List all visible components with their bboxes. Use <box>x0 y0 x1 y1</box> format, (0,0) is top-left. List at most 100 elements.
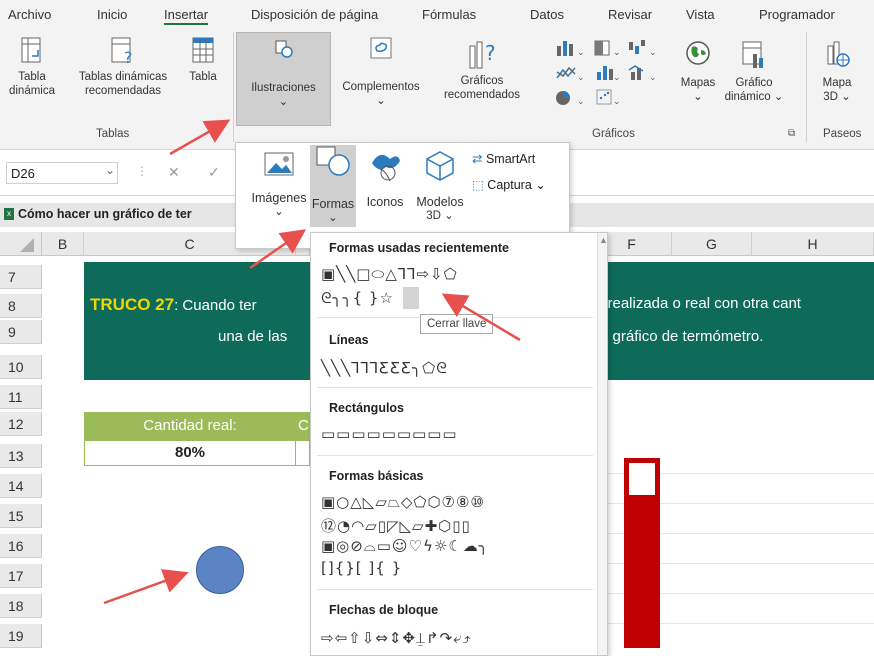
banner-highlight: TRUCO 27 <box>90 295 175 314</box>
select-all-corner[interactable] <box>0 232 42 256</box>
dialog-launcher-icon[interactable]: ⧉ <box>788 128 795 139</box>
tablas-dinamicas-label-2: recomendadas <box>84 85 162 97</box>
shapes-row-basicas-3[interactable]: ▣◎⊘⌓▭☺♡ϟ☼☾☁╮ <box>321 537 489 555</box>
drag-handle-icon[interactable]: ⋮ <box>136 164 148 178</box>
row-header-9[interactable]: 9 <box>0 320 42 344</box>
row-header-19[interactable]: 19 <box>0 624 42 648</box>
mapas-button[interactable]: Mapas ⌄ <box>676 38 720 104</box>
next-header-cell[interactable]: C <box>296 412 310 440</box>
svg-text:?: ? <box>485 41 496 65</box>
ilustraciones-button[interactable]: Ilustraciones ⌄ <box>236 32 331 126</box>
shapes-row-rectangulos[interactable]: ▭▭▭▭▭▭▭▭▭ <box>321 425 458 443</box>
menu-programador[interactable]: Programador <box>759 7 835 22</box>
menu-insertar[interactable]: Insertar <box>164 7 209 25</box>
column-header-h[interactable]: H <box>752 232 874 256</box>
chevron-down-icon[interactable]: ⌄ <box>105 163 115 177</box>
svg-text:⌄: ⌄ <box>613 72 621 82</box>
mapas-label: Mapas <box>680 77 716 89</box>
mapa-3d-label: Mapa <box>822 77 852 89</box>
cube-3d-icon <box>426 151 454 181</box>
row-header-14[interactable]: 14 <box>0 474 42 498</box>
name-box[interactable]: D26 ⌄ <box>6 162 118 184</box>
name-box-value: D26 <box>11 166 35 181</box>
combo-chart-icon[interactable] <box>628 65 644 80</box>
modelos-3d-button[interactable]: Modelos 3D ⌄ <box>410 149 470 223</box>
enter-icon[interactable]: ✓ <box>208 164 220 181</box>
imagenes-button[interactable]: Imágenes ⌄ <box>244 149 314 219</box>
column-chart-icon[interactable] <box>557 41 573 56</box>
formas-button[interactable]: Formas ⌄ <box>310 145 356 227</box>
row-header-16[interactable]: 16 <box>0 534 42 558</box>
iconos-button[interactable]: Iconos <box>360 149 410 209</box>
tablas-dinamicas-recomendadas-button[interactable]: ? Tablas dinámicas recomendadas <box>68 36 178 98</box>
mapa-3d-button[interactable]: Mapa 3D ⌄ <box>812 38 862 104</box>
banner-text-2: una de las <box>218 328 288 345</box>
column-header-g[interactable]: G <box>672 232 752 256</box>
cantidad-real-header[interactable]: Cantidad real: <box>84 412 296 440</box>
shapes-row-lineas[interactable]: ╲╲╲⅂⅂⅂ƸƸƸ╮⬠ᘓ <box>321 359 448 377</box>
shapes-scrollbar[interactable]: ▲ <box>597 233 607 655</box>
cantidad-real-value[interactable]: 80% <box>84 440 296 466</box>
pie-chart-icon[interactable] <box>556 91 570 105</box>
menu-formulas[interactable]: Fórmulas <box>422 7 476 22</box>
oval-shape[interactable] <box>196 546 244 594</box>
grafico-dinamico-label-2: dinámico <box>724 91 771 103</box>
banner-text-4: n gráfico de termómetro. <box>600 328 764 345</box>
shapes-row-basicas-4[interactable]: []{}[ ]{ } <box>321 559 402 577</box>
row-header-18[interactable]: 18 <box>0 594 42 618</box>
tabla-dinamica-button[interactable]: Tabla dinámica <box>2 36 62 98</box>
row-header-7[interactable]: 7 <box>0 265 42 289</box>
row-header-15[interactable]: 15 <box>0 504 42 528</box>
smartart-icon: ⇄ <box>472 152 483 166</box>
cancel-icon[interactable]: ✕ <box>168 164 180 181</box>
mapa-3d-label-2: 3D <box>823 91 838 103</box>
next-value-cell[interactable] <box>296 440 310 466</box>
menu-inicio[interactable]: Inicio <box>97 7 127 22</box>
smartart-button[interactable]: ⇄ SmartArt <box>472 151 535 166</box>
section-title-rectangulos: Rectángulos <box>329 401 405 415</box>
menu-datos[interactable]: Datos <box>530 7 564 22</box>
menu-vista[interactable]: Vista <box>686 7 715 22</box>
row-header-10[interactable]: 10 <box>0 355 42 379</box>
row-header-11[interactable]: 11 <box>0 385 42 409</box>
complementos-button[interactable]: Complementos ⌄ <box>336 36 426 108</box>
row-header-17[interactable]: 17 <box>0 564 42 588</box>
shapes-row-basicas-2[interactable]: ⑫◔◠▱▯◸◺▱✚⬡▯▯ <box>321 515 471 536</box>
waterfall-chart-icon[interactable] <box>629 40 645 54</box>
menu-archivo[interactable]: Archivo <box>8 7 51 22</box>
divider <box>317 455 593 456</box>
shapes-row-recent-2[interactable]: ᘓ╮╮{ }☆ <box>321 289 394 307</box>
graficos-recomendados-button[interactable]: ? Gráficos recomendados <box>442 38 522 102</box>
thermometer-bar[interactable] <box>624 458 660 648</box>
modelos-3d-label: Modelos <box>416 195 464 209</box>
captura-button[interactable]: ⬚ Captura ⌄ <box>472 177 546 192</box>
section-title-lineas: Líneas <box>329 333 369 347</box>
column-header-b[interactable]: B <box>42 232 84 256</box>
divider <box>317 589 593 590</box>
grafico-dinamico-label: Gráfico <box>735 77 773 89</box>
shapes-row-basicas-1[interactable]: ▣○△◺▱⏢◇⬠⬡⑦⑧⑩ <box>321 493 485 511</box>
scatter-chart-icon[interactable] <box>596 89 612 105</box>
menu-revisar[interactable]: Revisar <box>608 7 652 22</box>
ribbon-separator <box>233 32 234 142</box>
chevron-down-icon: ⌄ <box>693 91 703 103</box>
scroll-up-icon[interactable]: ▲ <box>598 235 607 245</box>
row-header-8[interactable]: 8 <box>0 294 42 318</box>
statistic-chart-icon[interactable] <box>597 66 613 80</box>
chevron-down-icon: ⌄ <box>444 210 454 222</box>
chevron-down-icon: ⌄ <box>328 212 338 224</box>
tabla-button[interactable]: Tabla <box>183 36 223 84</box>
banner-text-1: : Cuando ter <box>174 297 257 314</box>
grafico-dinamico-button[interactable]: Gráfico dinámico ⌄ <box>722 38 786 104</box>
row-header-12[interactable]: 12 <box>0 412 42 436</box>
menu-disposicion[interactable]: Disposición de página <box>251 7 378 22</box>
row-header-13[interactable]: 13 <box>0 444 42 468</box>
graficos-recomendados-label-2: recomendados <box>443 89 521 101</box>
shapes-row-recent-1[interactable]: ▣╲╲□⬭△⅂⅂⇨⇩⬠ <box>321 265 458 283</box>
line-chart-icon[interactable] <box>556 66 576 79</box>
formas-label: Formas <box>311 197 355 211</box>
hierarchy-chart-icon[interactable] <box>594 40 610 56</box>
svg-text:⌄: ⌄ <box>577 47 585 57</box>
shapes-row-flechas[interactable]: ⇨⇦⇧⇩⇔⇕✥⍊↱↷⤶⤴ <box>321 629 472 647</box>
excel-icon: x <box>4 208 14 220</box>
